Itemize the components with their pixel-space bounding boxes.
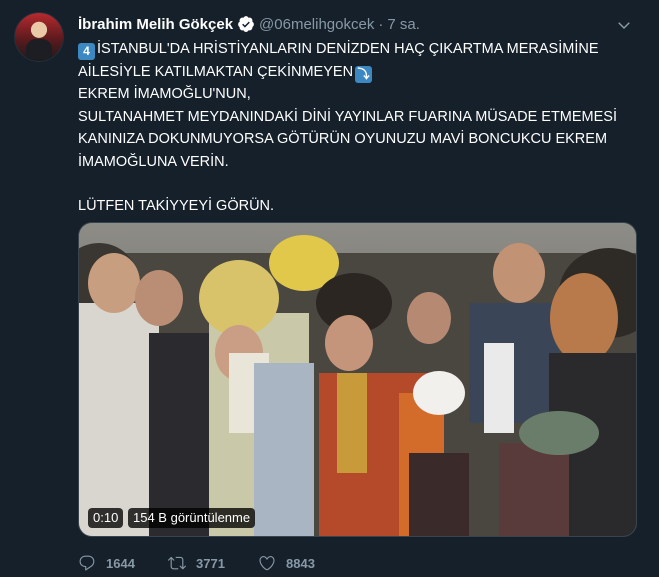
video-view-count: 154 B görüntülenme — [128, 508, 256, 528]
author-name[interactable]: İbrahim Melih Gökçek — [78, 16, 233, 33]
tweet-line-text: KANINIZA DOKUNMUYORSA GÖTÜRÜN OYUNUZU MA… — [78, 131, 608, 147]
tweet-line-text: İSTANBUL'DA HRİSTİYANLARIN DENİZDEN HAÇ … — [97, 41, 599, 57]
keycap-four-emoji: 4 — [78, 43, 95, 60]
tweet-line: SULTANAHMET MEYDANINDAKİ DİNİ YAYINLAR F… — [78, 106, 643, 129]
chevron-down-icon[interactable] — [615, 16, 633, 34]
tweet-timestamp[interactable]: 7 sa. — [387, 16, 420, 33]
tweet-line: EKREM İMAMOĞLU'NUN, — [78, 83, 643, 106]
video-player[interactable]: 0:10 154 B görüntülenme — [78, 222, 637, 537]
retweet-button[interactable]: 3771 — [168, 554, 258, 572]
verified-badge-icon — [237, 15, 255, 33]
reply-icon — [79, 555, 95, 571]
tweet-actions: 1644 3771 8843 — [78, 552, 348, 574]
tweet-line-text: EKREM İMAMOĞLU'NUN, — [78, 86, 251, 102]
retweet-icon — [168, 556, 186, 570]
separator-dot: · — [378, 15, 384, 33]
avatar[interactable] — [14, 12, 64, 62]
tweet-text: 4 İSTANBUL'DA HRİSTİYANLARIN DENİZDEN HAÇ… — [78, 38, 643, 218]
like-button[interactable]: 8843 — [258, 554, 348, 572]
retweet-count: 3771 — [196, 555, 225, 571]
tweet-line-text: İMAMOĞLUNA VERİN. — [78, 153, 229, 170]
like-icon — [259, 556, 275, 571]
tweet-line: LÜTFEN TAKİYYEYİ GÖRÜN. — [78, 195, 643, 218]
tweet-line-text: SULTANAHMET MEYDANINDAKİ DİNİ YAYINLAR F… — [78, 108, 618, 125]
video-thumbnail — [79, 223, 636, 536]
tweet-line-text: AİLESİYLE KATILMAKTAN ÇEKİNMEYEN — [78, 63, 354, 80]
tweet-line: AİLESİYLE KATILMAKTAN ÇEKİNMEYEN ⤵ — [78, 61, 643, 84]
tweet-line: İMAMOĞLUNA VERİN. — [78, 151, 643, 174]
tweet: İbrahim Melih Gökçek @06melihgokcek · 7 … — [0, 0, 659, 577]
like-count: 8843 — [286, 555, 315, 571]
tweet-header: İbrahim Melih Gökçek @06melihgokcek · 7 … — [78, 14, 420, 34]
video-duration: 0:10 — [88, 508, 124, 528]
arrow-down-emoji: ⤵ — [355, 65, 373, 83]
reply-count: 1644 — [106, 555, 135, 571]
tweet-line: 4 İSTANBUL'DA HRİSTİYANLARIN DENİZDEN HAÇ… — [78, 38, 643, 61]
tweet-line: KANINIZA DOKUNMUYORSA GÖTÜRÜN OYUNUZU MA… — [78, 128, 643, 151]
tweet-line-text: LÜTFEN TAKİYYEYİ GÖRÜN. — [78, 198, 275, 214]
reply-button[interactable]: 1644 — [78, 554, 168, 572]
author-handle[interactable]: @06melihgokcek — [259, 16, 374, 33]
